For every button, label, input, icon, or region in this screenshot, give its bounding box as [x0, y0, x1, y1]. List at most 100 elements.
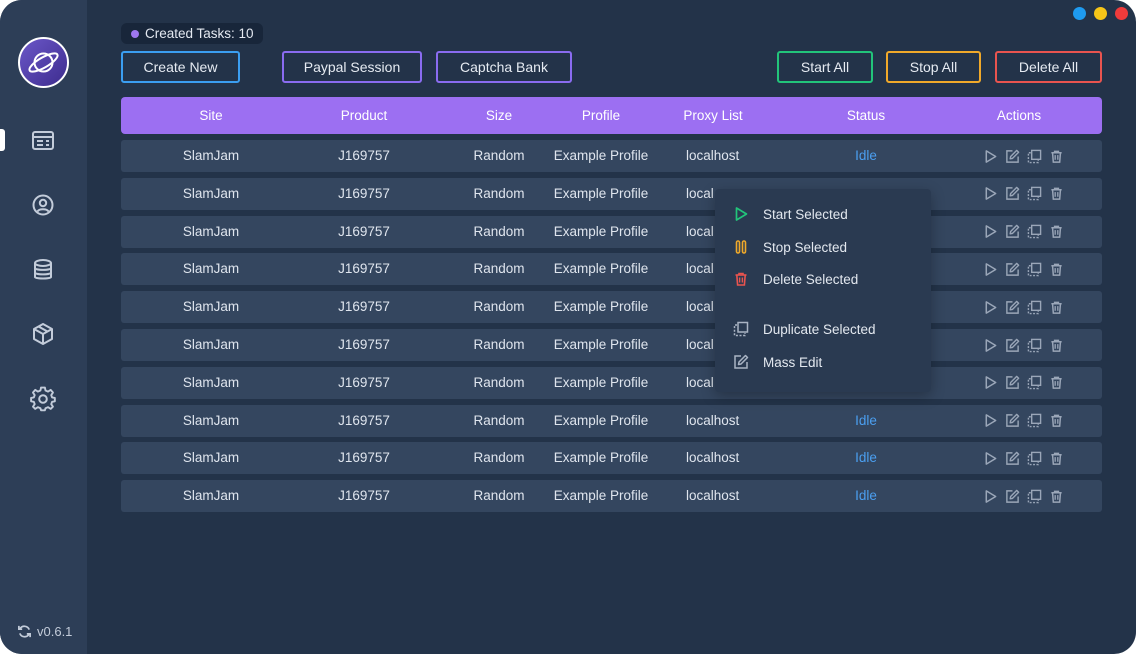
column-header-site[interactable]: Site [199, 97, 222, 134]
duplicate-icon [733, 321, 749, 337]
delete-task-button[interactable] [1047, 186, 1066, 202]
edit-task-button[interactable] [1003, 261, 1022, 277]
pause-icon [733, 239, 749, 255]
sidebar-item-settings[interactable] [29, 385, 57, 413]
table-row[interactable]: SlamJam J169757 Random Example Profile local [121, 215, 1102, 248]
delete-task-button[interactable] [1047, 337, 1066, 353]
table-row[interactable]: SlamJam J169757 Random Example Profile local… [121, 442, 1102, 475]
duplicate-task-button[interactable] [1025, 299, 1044, 315]
duplicate-task-button[interactable] [1025, 375, 1044, 391]
context-menu-delete-selected[interactable]: Delete Selected [715, 265, 931, 293]
row-actions [981, 450, 1066, 466]
play-icon [983, 149, 998, 164]
delete-all-button[interactable]: Delete All [995, 51, 1102, 83]
status-badge: Idle [855, 488, 877, 504]
table-row[interactable]: SlamJam J169757 Random Example Profile local [121, 253, 1102, 286]
sidebar-item-proxies[interactable] [29, 256, 57, 284]
start-task-button[interactable] [981, 375, 1000, 391]
duplicate-icon [1027, 262, 1042, 277]
delete-task-button[interactable] [1047, 261, 1066, 277]
stop-all-button[interactable]: Stop All [886, 51, 981, 83]
table-row[interactable]: SlamJam J169757 Random Example Profile local [121, 291, 1102, 324]
table-row[interactable]: SlamJam J169757 Random Example Profile local… [121, 140, 1102, 172]
context-menu-duplicate-selected[interactable]: Duplicate Selected [715, 315, 931, 343]
start-task-button[interactable] [981, 337, 1000, 353]
start-all-button[interactable]: Start All [777, 51, 873, 83]
column-header-proxy-list[interactable]: Proxy List [683, 97, 742, 134]
edit-task-button[interactable] [1003, 148, 1022, 164]
paypal-session-button[interactable]: Paypal Session [282, 51, 422, 83]
table-row[interactable]: SlamJam J169757 Random Example Profile local [121, 329, 1102, 361]
duplicate-task-button[interactable] [1025, 261, 1044, 277]
delete-task-button[interactable] [1047, 224, 1066, 240]
edit-task-button[interactable] [1003, 375, 1022, 391]
cell-site: SlamJam [182, 148, 240, 163]
start-task-button[interactable] [981, 186, 1000, 202]
column-header-actions: Actions [996, 108, 1042, 123]
edit-task-button[interactable] [1003, 299, 1022, 315]
trash-icon [1049, 300, 1064, 315]
edit-task-button[interactable] [1003, 337, 1022, 353]
cell-product: J169757 [338, 450, 390, 466]
column-header-profile[interactable]: Profile [582, 97, 620, 134]
context-menu-label: Duplicate Selected [763, 321, 876, 337]
duplicate-task-button[interactable] [1025, 224, 1044, 240]
start-task-button[interactable] [981, 148, 1000, 164]
cell-product: J169757 [338, 261, 390, 277]
context-menu-start-selected[interactable]: Start Selected [715, 200, 931, 228]
sidebar-item-products[interactable] [29, 320, 57, 348]
table-row[interactable]: SlamJam J169757 Random Example Profile local [121, 366, 1102, 399]
duplicate-icon [1027, 413, 1042, 428]
delete-task-button[interactable] [1047, 299, 1066, 315]
start-task-button[interactable] [981, 413, 1000, 429]
play-icon [983, 489, 998, 504]
context-menu-mass-edit[interactable]: Mass Edit [715, 348, 931, 376]
duplicate-icon [1027, 489, 1042, 504]
edit-task-button[interactable] [1003, 488, 1022, 504]
duplicate-icon [1027, 338, 1042, 353]
start-task-button[interactable] [981, 299, 1000, 315]
captcha-bank-button[interactable]: Captcha Bank [436, 51, 572, 83]
delete-task-button[interactable] [1047, 375, 1066, 391]
sidebar-item-profiles[interactable] [29, 191, 57, 219]
edit-task-button[interactable] [1003, 224, 1022, 240]
start-task-button[interactable] [981, 261, 1000, 277]
row-actions [981, 186, 1066, 202]
table-row[interactable]: SlamJam J169757 Random Example Profile local [121, 177, 1102, 210]
edit-task-button[interactable] [1003, 186, 1022, 202]
column-header-size[interactable]: Size [486, 97, 512, 134]
refresh-icon[interactable] [17, 624, 32, 639]
column-header-product[interactable]: Product [341, 97, 388, 134]
sidebar-item-tasks[interactable] [29, 127, 57, 155]
table-row[interactable]: SlamJam J169757 Random Example Profile local… [121, 404, 1102, 437]
duplicate-task-button[interactable] [1025, 488, 1044, 504]
play-icon [983, 375, 998, 390]
delete-task-button[interactable] [1047, 450, 1066, 466]
cell-proxy: local [686, 374, 714, 390]
cell-proxy: localhost [686, 450, 740, 466]
row-actions [981, 299, 1066, 315]
table-row[interactable]: SlamJam J169757 Random Example Profile local… [121, 480, 1102, 513]
delete-task-button[interactable] [1047, 413, 1066, 429]
duplicate-task-button[interactable] [1025, 450, 1044, 466]
start-task-button[interactable] [981, 488, 1000, 504]
play-icon [983, 338, 998, 353]
edit-task-button[interactable] [1003, 450, 1022, 466]
window-maximize-button[interactable] [1094, 7, 1107, 20]
duplicate-task-button[interactable] [1025, 413, 1044, 429]
context-menu-stop-selected[interactable]: Stop Selected [715, 233, 931, 261]
column-header-status[interactable]: Status [847, 97, 885, 134]
delete-task-button[interactable] [1047, 488, 1066, 504]
window-close-button[interactable] [1115, 7, 1128, 20]
start-task-button[interactable] [981, 450, 1000, 466]
trash-icon [1049, 489, 1064, 504]
duplicate-task-button[interactable] [1025, 148, 1044, 164]
edit-task-button[interactable] [1003, 413, 1022, 429]
window-minimize-button[interactable] [1073, 7, 1086, 20]
start-task-button[interactable] [981, 224, 1000, 240]
duplicate-task-button[interactable] [1025, 337, 1044, 353]
duplicate-task-button[interactable] [1025, 186, 1044, 202]
delete-task-button[interactable] [1047, 148, 1066, 164]
create-new-button[interactable]: Create New [121, 51, 240, 83]
cell-size: Random [473, 185, 525, 201]
